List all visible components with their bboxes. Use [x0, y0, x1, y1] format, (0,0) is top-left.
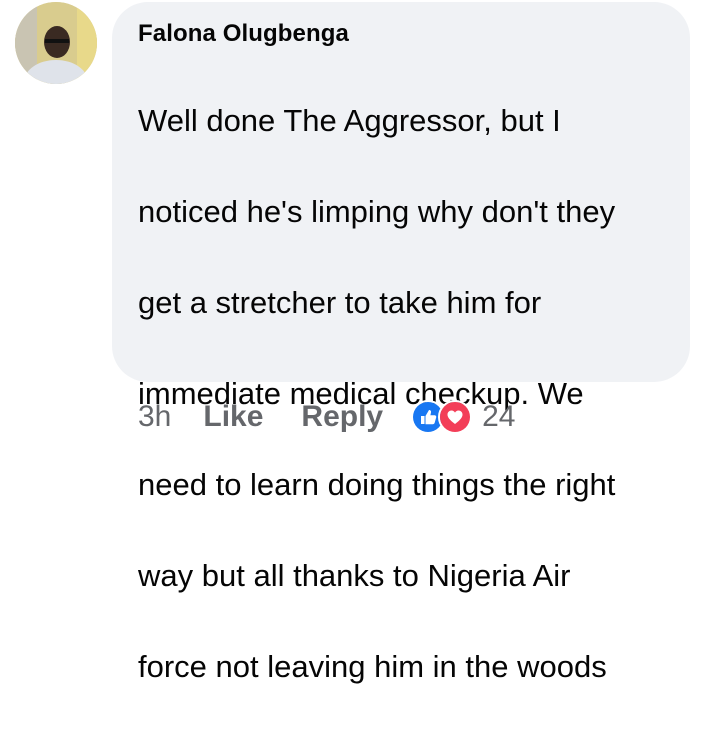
comment-line: Well done The Aggressor, but I: [138, 102, 561, 138]
comment-actions: 3h Like Reply 24: [138, 396, 515, 438]
like-button[interactable]: Like: [203, 400, 263, 434]
comment-line: get a stretcher to take him for: [138, 284, 542, 320]
reply-button[interactable]: Reply: [301, 400, 383, 434]
love-icon: [438, 400, 473, 434]
timestamp[interactable]: 3h: [138, 400, 171, 434]
comment-bubble: Falona Olugbenga Well done The Aggressor…: [112, 2, 690, 684]
reaction-count: 24: [482, 400, 516, 433]
reactions-summary[interactable]: 24: [411, 400, 515, 434]
comment-line: need to learn doing things the right: [138, 466, 616, 502]
profile-photo: [15, 2, 97, 84]
comment-text: Well done The Aggressor, but I noticed h…: [138, 52, 666, 735]
comment-line: force not leaving him in the woods: [138, 648, 607, 684]
comment-line: noticed he's limping why don't they: [138, 193, 616, 229]
avatar[interactable]: [15, 2, 97, 84]
comment-line: way but all thanks to Nigeria Air: [138, 557, 571, 593]
author-name[interactable]: Falona Olugbenga: [138, 20, 666, 48]
